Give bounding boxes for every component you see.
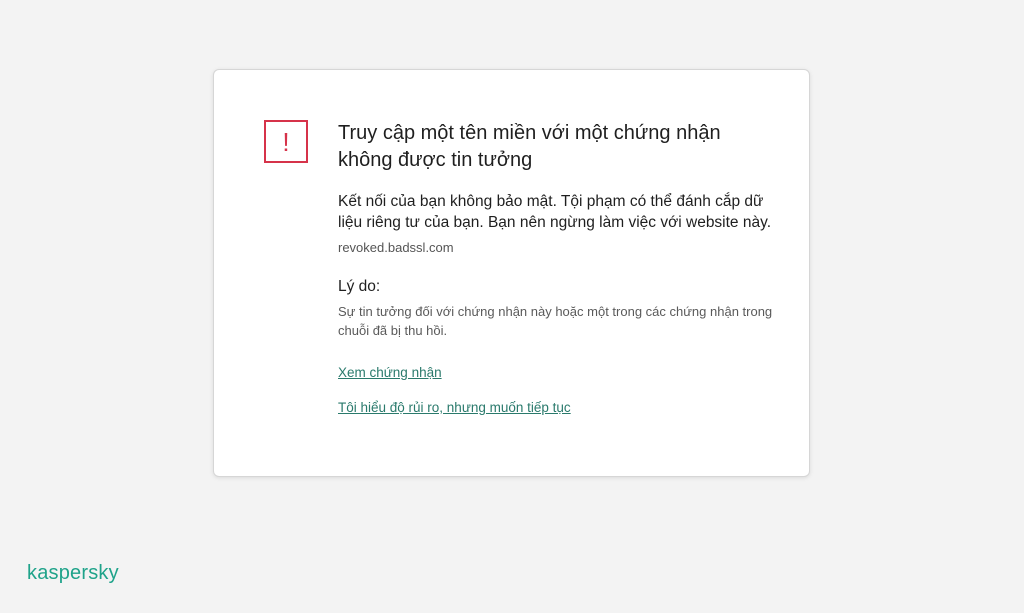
page: ! Truy cập một tên miền với một chứng nh…	[0, 0, 1024, 613]
reason-text: Sự tin tưởng đối với chứng nhận này hoặc…	[338, 304, 773, 338]
warning-content: Truy cập một tên miền với một chứng nhận…	[338, 120, 778, 417]
warning-title: Truy cập một tên miền với một chứng nhận…	[338, 122, 721, 171]
view-certificate-link[interactable]: Xem chứng nhận	[338, 364, 442, 382]
warning-exclamation-icon: !	[264, 120, 308, 163]
kaspersky-logo: kaspersky	[27, 562, 119, 584]
warning-icon-glyph: !	[282, 126, 290, 157]
reason-heading: Lý do:	[338, 278, 381, 295]
continue-anyway-link[interactable]: Tôi hiểu độ rủi ro, nhưng muốn tiếp tục	[338, 399, 571, 417]
warning-card: ! Truy cập một tên miền với một chứng nh…	[213, 69, 810, 477]
blocked-domain: revoked.badssl.com	[338, 240, 454, 255]
warning-description: Kết nối của bạn không bảo mật. Tội phạm …	[338, 193, 772, 231]
